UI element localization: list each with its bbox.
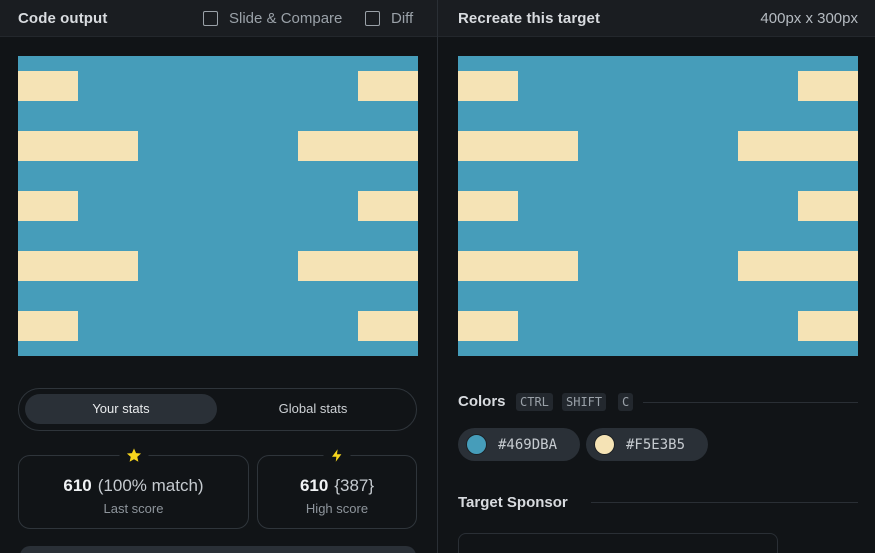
- target-bar-right-5: [798, 311, 858, 341]
- code-output-header: Code output Slide & Compare Diff: [0, 0, 437, 37]
- slide-compare-label: Slide & Compare: [229, 10, 343, 27]
- code-output-canvas[interactable]: [18, 56, 418, 356]
- last-score-card: 610 (100% match) Last score: [18, 447, 249, 529]
- bar-right-5: [358, 311, 418, 341]
- color-chip-blue[interactable]: #469DBA: [458, 428, 580, 461]
- target-bar-left-1: [458, 71, 518, 101]
- target-bar-left-4: [458, 251, 578, 281]
- colors-rule: [643, 402, 858, 403]
- target-bar-right-4: [738, 251, 858, 281]
- code-output-title: Code output: [18, 10, 108, 27]
- target-dimensions: 400px x 300px: [760, 10, 858, 27]
- tab-your-stats[interactable]: Your stats: [25, 394, 217, 424]
- target-header: Recreate this target 400px x 300px: [438, 0, 875, 37]
- high-score-rank: {387}: [334, 476, 375, 495]
- high-score-label: High score: [305, 501, 369, 516]
- last-score-label: Last score: [103, 501, 164, 516]
- kbd-c: C: [618, 393, 634, 411]
- slide-compare-toggle[interactable]: Slide & Compare: [203, 10, 342, 27]
- target-panel: Recreate this target 400px x 300px Color…: [438, 0, 875, 553]
- last-score-match: (100% match): [97, 476, 204, 495]
- code-output-panel: Code output Slide & Compare Diff Your st…: [0, 0, 437, 553]
- bar-right-2: [298, 131, 418, 161]
- color-hex-blue: #469DBA: [498, 436, 558, 453]
- target-bar-right-2: [738, 131, 858, 161]
- target-title: Recreate this target: [458, 10, 601, 27]
- bar-left-5: [18, 311, 78, 341]
- bar-left-3: [18, 191, 78, 221]
- color-chip-cream[interactable]: #F5E3B5: [586, 428, 708, 461]
- high-score-value: 610 {387}: [258, 476, 416, 496]
- last-score-value: 610 (100% match): [19, 476, 248, 496]
- target-bar-left-5: [458, 311, 518, 341]
- colors-title: Colors: [458, 393, 506, 410]
- target-bar-left-3: [458, 191, 518, 221]
- kbd-shift: SHIFT: [562, 393, 607, 411]
- color-swatch-cream: [594, 434, 615, 455]
- last-score-number: 610: [63, 476, 92, 495]
- sponsor-rule: [591, 502, 858, 503]
- bar-left-2: [18, 131, 138, 161]
- sponsor-box[interactable]: [458, 533, 778, 553]
- target-canvas: [458, 56, 858, 356]
- diff-toggle[interactable]: Diff: [365, 10, 413, 27]
- star-icon: [119, 447, 148, 469]
- color-hex-cream: #F5E3B5: [626, 436, 686, 453]
- bar-left-1: [18, 71, 78, 101]
- bar-left-4: [18, 251, 138, 281]
- lightning-icon: [323, 447, 351, 469]
- target-bar-left-2: [458, 131, 578, 161]
- target-bar-right-3: [798, 191, 858, 221]
- bar-right-1: [358, 71, 418, 101]
- stats-toggle: Your stats Global stats: [18, 388, 417, 431]
- high-score-number: 610: [299, 476, 329, 495]
- target-bar-right-1: [798, 71, 858, 101]
- kbd-ctrl: CTRL: [516, 393, 553, 411]
- bottom-action-bar[interactable]: [20, 546, 416, 553]
- bar-right-4: [298, 251, 418, 281]
- diff-checkbox[interactable]: [365, 11, 380, 26]
- high-score-card: 610 {387} High score: [257, 447, 417, 529]
- sponsor-title: Target Sponsor: [458, 494, 568, 511]
- color-swatch-blue: [466, 434, 487, 455]
- bar-right-3: [358, 191, 418, 221]
- tab-global-stats[interactable]: Global stats: [217, 394, 409, 424]
- diff-label: Diff: [391, 10, 414, 27]
- slide-compare-checkbox[interactable]: [203, 11, 218, 26]
